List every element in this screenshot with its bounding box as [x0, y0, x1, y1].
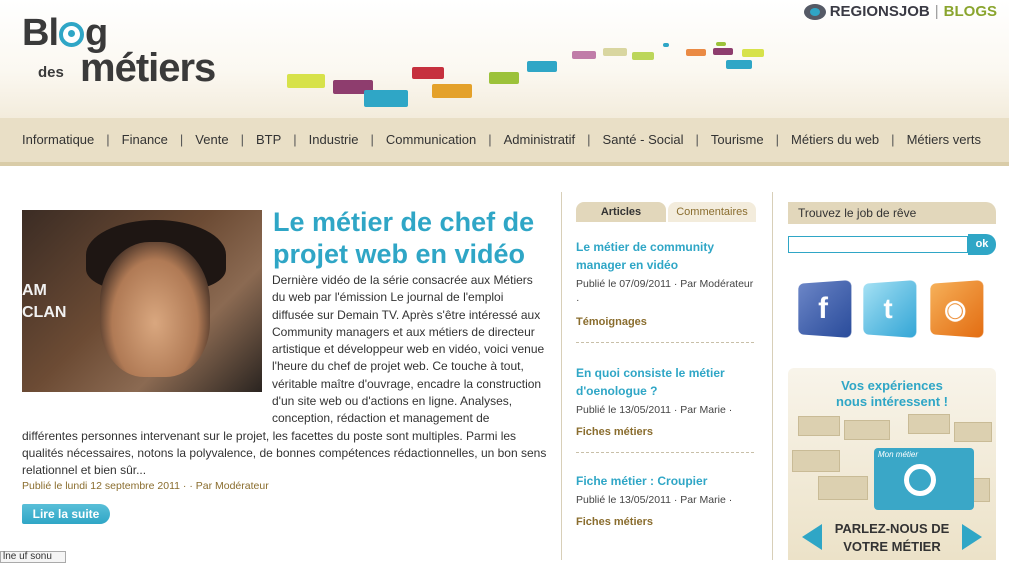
facebook-glyph: f	[818, 291, 828, 326]
category-nav: Informatique | Finance | Vente | BTP | Industrie…	[0, 118, 1009, 166]
column-divider	[772, 192, 773, 560]
sidebar-tabs: Articles Commentaires	[576, 202, 756, 222]
nav-separator: |	[488, 132, 492, 147]
promo-cta-line1: PARLEZ-NOUS DE	[834, 521, 950, 536]
regionsjob-brand[interactable]: REGIONSJOB | BLOGS	[803, 3, 997, 21]
decor-block	[603, 48, 627, 56]
logo-des: des	[38, 64, 64, 81]
regionsjob-text: REGIONSJOB	[829, 3, 930, 20]
nav-item[interactable]: BTP	[256, 132, 281, 147]
promo-tile	[954, 422, 992, 442]
nav-item[interactable]: Métiers du web	[791, 132, 879, 147]
nav-item[interactable]: Finance	[122, 132, 168, 147]
promo-cta-line2: VOTRE MÉTIER	[843, 539, 941, 554]
sidebar-article-title[interactable]: En quoi consiste le métier d'oenologue ?	[576, 364, 756, 400]
sidebar-article-meta: Publié le 07/09/2011 · Par Modérateur ·	[576, 278, 754, 306]
facebook-icon[interactable]: f	[798, 279, 852, 339]
nav-item[interactable]: Santé - Social	[603, 132, 684, 147]
promo-cta: PARLEZ-NOUS DE VOTRE MÉTIER	[788, 520, 996, 556]
sidebar-article: En quoi consiste le métier d'oenologue ?…	[576, 364, 756, 438]
sidebar-article-meta: Publié le 13/05/2011 · Par Marie ·	[576, 494, 733, 506]
brand-separator: |	[934, 3, 939, 20]
sidebar-article-meta: Publié le 13/05/2011 · Par Marie ·	[576, 404, 733, 416]
decor-block	[489, 72, 519, 84]
nav-list: Informatique | Finance | Vente | BTP | Industrie…	[22, 132, 981, 147]
promo-title-line2: nous intéressent !	[836, 394, 948, 409]
sidebar-article: Fiche métier : Croupier Publié le 13/05/…	[576, 472, 756, 528]
tab-comments[interactable]: Commentaires	[668, 202, 756, 222]
decor-block	[686, 49, 706, 56]
decor-block	[726, 60, 752, 69]
nav-item[interactable]: Métiers verts	[907, 132, 981, 147]
article-title[interactable]: Le métier de chef de projet web en vidéo	[273, 206, 553, 270]
decor-block	[716, 42, 726, 46]
rss-icon[interactable]: ◉	[930, 279, 984, 339]
sidebar-article-title[interactable]: Fiche métier : Croupier	[576, 472, 756, 490]
promo-tile	[818, 476, 868, 500]
article-body: Dernière vidéo de la série consacrée aux…	[22, 272, 547, 480]
tab-articles[interactable]: Articles	[576, 202, 666, 222]
logo-o-icon	[59, 22, 84, 47]
read-more-button[interactable]: Lire la suite	[22, 504, 110, 524]
decor-block	[572, 51, 596, 59]
article-meta: Publié le lundi 12 septembre 2011 · · Pa…	[22, 480, 269, 492]
status-tooltip-fragment: lne uf sonu	[0, 551, 66, 563]
twitter-glyph: t	[883, 292, 893, 325]
decor-block	[632, 52, 654, 60]
decor-block	[412, 67, 444, 79]
nav-separator: |	[106, 132, 110, 147]
nav-item[interactable]: Informatique	[22, 132, 94, 147]
job-search-ok-button[interactable]: ok	[968, 234, 996, 255]
site-header: Bl g des métiers REGIONSJOB | BLOGS	[0, 0, 1009, 118]
promo-title-line1: Vos expériences	[841, 378, 943, 393]
twitter-icon[interactable]: t	[863, 279, 917, 339]
sidebar-article-title[interactable]: Le métier de community manager en vidéo	[576, 238, 756, 274]
nav-item[interactable]: Industrie	[309, 132, 359, 147]
blogs-link[interactable]: BLOGS	[944, 3, 997, 20]
decor-block	[742, 49, 764, 57]
sidebar-article-category[interactable]: Fiches métiers	[576, 516, 756, 528]
nav-item[interactable]: Communication	[386, 132, 476, 147]
nav-separator: |	[240, 132, 244, 147]
promo-screen: Mon métier	[874, 448, 974, 510]
decor-block	[527, 61, 557, 72]
promo-tile	[844, 420, 890, 440]
nav-separator: |	[775, 132, 780, 147]
nav-separator: |	[695, 132, 699, 147]
nav-item[interactable]: Administratif	[504, 132, 576, 147]
sidebar-article-category[interactable]: Témoignages	[576, 316, 756, 328]
promo-tile	[798, 416, 840, 436]
decor-block	[663, 43, 669, 47]
sidebar-article: Le métier de community manager en vidéo …	[576, 238, 756, 328]
image-float-spacer	[22, 272, 272, 412]
nav-separator: |	[179, 132, 184, 147]
nav-separator: |	[891, 132, 895, 147]
promo-tile	[908, 414, 950, 434]
promo-banner[interactable]: Vos expériences nous intéressent ! Mon mé…	[788, 368, 996, 560]
nav-item[interactable]: Tourisme	[711, 132, 764, 147]
decor-block	[432, 84, 472, 98]
decor-block	[364, 90, 408, 107]
promo-title: Vos expériences nous intéressent !	[788, 378, 996, 410]
rss-glyph: ◉	[944, 293, 967, 325]
decor-block	[287, 74, 325, 88]
logo-metiers: métiers	[80, 46, 216, 90]
nav-separator: |	[587, 132, 591, 147]
job-search-input[interactable]	[788, 236, 968, 253]
nav-item[interactable]: Vente	[195, 132, 228, 147]
job-search-heading: Trouvez le job de rêve	[788, 202, 996, 224]
promo-tile	[792, 450, 840, 472]
nav-separator: |	[293, 132, 297, 147]
dotted-divider	[576, 452, 754, 453]
decor-block	[713, 48, 733, 55]
nav-separator: |	[370, 132, 374, 147]
column-divider	[561, 192, 562, 560]
dotted-divider	[576, 342, 754, 343]
promo-circle-icon	[904, 464, 936, 496]
promo-screen-label: Mon métier	[878, 450, 919, 459]
sidebar-article-category[interactable]: Fiches métiers	[576, 426, 756, 438]
speech-bubble-icon	[803, 4, 826, 21]
